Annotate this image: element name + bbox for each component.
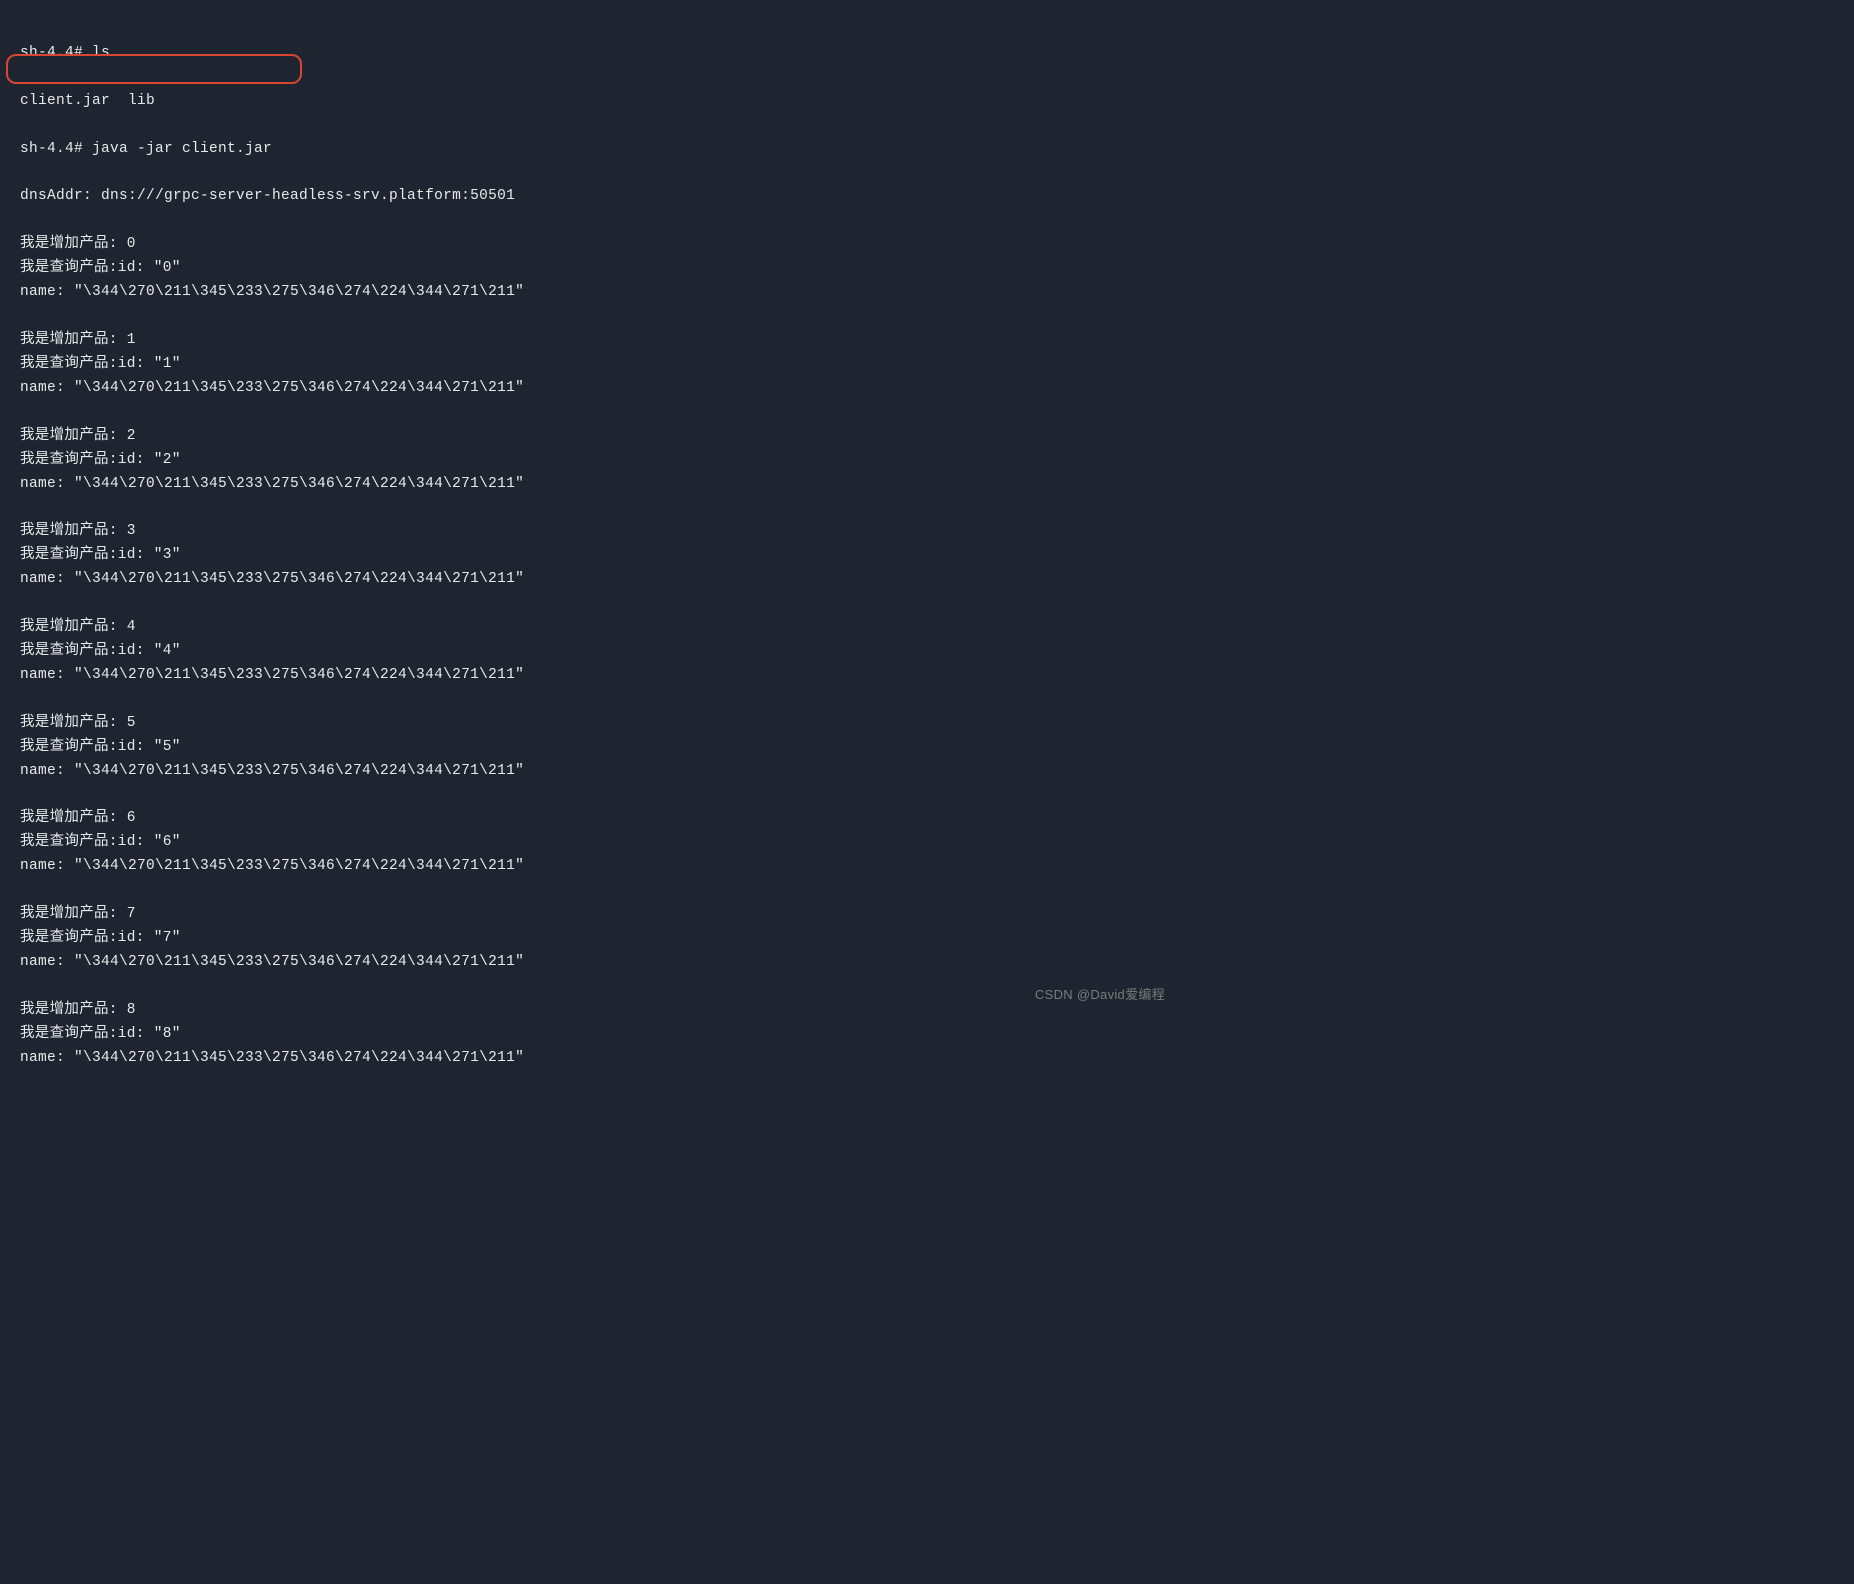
terminal-line: name: "\344\270\211\345\233\275\346\274\… (20, 760, 1165, 784)
terminal-line: 我是增加产品: 1 (20, 329, 1165, 353)
terminal-blank (20, 496, 1165, 520)
terminal-blank (20, 784, 1165, 808)
terminal-line: name: "\344\270\211\345\233\275\346\274\… (20, 664, 1165, 688)
terminal-line: sh-4.4# java -jar client.jar (20, 138, 1165, 162)
terminal-output: sh-4.4# ls client.jar lib sh-4.4# java -… (20, 18, 1165, 1094)
terminal-line: name: "\344\270\211\345\233\275\346\274\… (20, 568, 1165, 592)
terminal-line: 我是查询产品:id: "1" (20, 353, 1165, 377)
terminal-line: name: "\344\270\211\345\233\275\346\274\… (20, 855, 1165, 879)
watermark: CSDN @David爱编程 (1035, 984, 1165, 1005)
command: java -jar client.jar (92, 141, 272, 157)
prompt: sh-4.4# (20, 45, 83, 61)
terminal-blank (20, 592, 1165, 616)
terminal-line: name: "\344\270\211\345\233\275\346\274\… (20, 473, 1165, 497)
terminal-line: 我是增加产品: 7 (20, 903, 1165, 927)
terminal-line: name: "\344\270\211\345\233\275\346\274\… (20, 377, 1165, 401)
terminal-blank (20, 975, 1165, 999)
terminal-line: name: "\344\270\211\345\233\275\346\274\… (20, 1047, 1165, 1071)
terminal-line: 我是增加产品: 6 (20, 807, 1165, 831)
terminal-line: 我是增加产品: 8 (20, 999, 1165, 1023)
prompt: sh-4.4# (20, 141, 83, 157)
terminal-line: name: "\344\270\211\345\233\275\346\274\… (20, 951, 1165, 975)
terminal-line: 我是增加产品: 0 (20, 233, 1165, 257)
terminal-line: 我是增加产品: 3 (20, 520, 1165, 544)
terminal-blank (20, 688, 1165, 712)
terminal-line: 我是查询产品:id: "2" (20, 449, 1165, 473)
terminal-line: dnsAddr: dns:///grpc-server-headless-srv… (20, 185, 1165, 209)
terminal-blank (20, 305, 1165, 329)
entries-container: 我是增加产品: 0我是查询产品:id: "0"name: "\344\270\2… (20, 233, 1165, 1070)
terminal-line: 我是查询产品:id: "0" (20, 257, 1165, 281)
terminal-line: sh-4.4# ls (20, 42, 1165, 66)
terminal-line: client.jar lib (20, 90, 1165, 114)
command: ls (92, 45, 110, 61)
terminal-line: 我是查询产品:id: "8" (20, 1023, 1165, 1047)
terminal-blank (20, 879, 1165, 903)
terminal-line: 我是查询产品:id: "7" (20, 927, 1165, 951)
terminal-line: 我是查询产品:id: "3" (20, 544, 1165, 568)
terminal-line: 我是查询产品:id: "6" (20, 831, 1165, 855)
terminal-line: 我是增加产品: 4 (20, 616, 1165, 640)
terminal-line: 我是增加产品: 5 (20, 712, 1165, 736)
terminal-line: 我是查询产品:id: "5" (20, 736, 1165, 760)
terminal-line: name: "\344\270\211\345\233\275\346\274\… (20, 281, 1165, 305)
terminal-blank (20, 401, 1165, 425)
terminal-line: 我是增加产品: 2 (20, 425, 1165, 449)
terminal-line: 我是查询产品:id: "4" (20, 640, 1165, 664)
